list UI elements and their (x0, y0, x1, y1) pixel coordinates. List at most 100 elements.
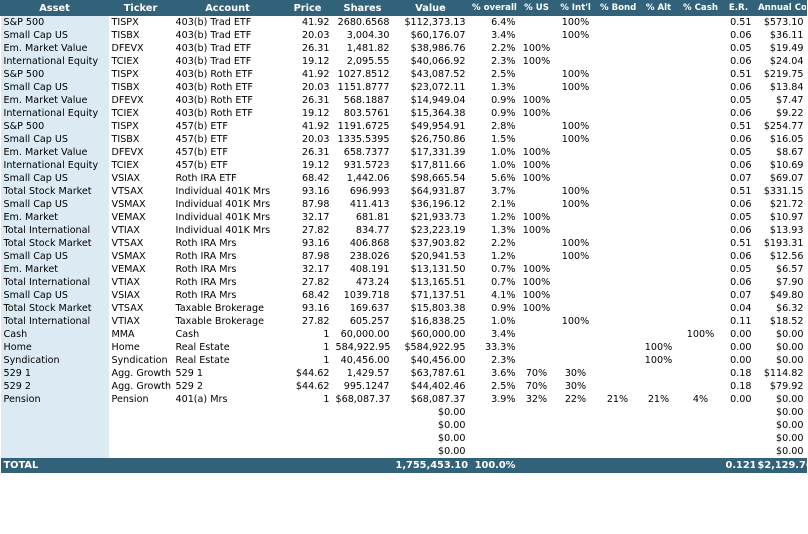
cell-shares[interactable]: 2680.6568 (333, 16, 393, 30)
cell-pct-bond[interactable] (597, 81, 639, 94)
cell-asset[interactable]: Em. Market Value (0, 146, 109, 159)
cell-pct-overall[interactable]: 2.5% (469, 380, 519, 393)
cell-value[interactable]: $44,402.46 (393, 380, 469, 393)
cell-pct-cash[interactable] (679, 16, 723, 30)
cell-shares[interactable]: 1,429.57 (333, 367, 393, 380)
cell-pct-alt[interactable] (639, 198, 679, 211)
cell-shares[interactable] (333, 432, 393, 445)
cell-asset[interactable]: Total Stock Market (0, 185, 109, 198)
cell-value[interactable]: $17,811.66 (393, 159, 469, 172)
cell-pct-overall[interactable] (469, 406, 519, 419)
cell-value[interactable]: $0.00 (393, 445, 469, 458)
cell-expense-ratio[interactable]: 0.51 (723, 16, 755, 30)
cell-pct-overall[interactable]: 4.1% (469, 289, 519, 302)
cell-price[interactable]: 1 (283, 393, 333, 406)
cell-price[interactable] (283, 419, 333, 432)
cell-expense-ratio[interactable]: 0.51 (723, 120, 755, 133)
cell-pct-cash[interactable] (679, 380, 723, 393)
cell-pct-bond[interactable] (597, 237, 639, 250)
cell-shares[interactable]: 40,456.00 (333, 354, 393, 367)
cell-annual-cost[interactable]: $219.75 (755, 68, 807, 81)
cell-pct-intl[interactable] (555, 354, 597, 367)
cell-expense-ratio[interactable]: 0.05 (723, 94, 755, 107)
cell-asset[interactable]: Small Cap US (0, 172, 109, 185)
cell-annual-cost[interactable]: $13.84 (755, 81, 807, 94)
cell-pct-overall[interactable]: 0.9% (469, 94, 519, 107)
cell-pct-bond[interactable] (597, 94, 639, 107)
header-pct-intl[interactable]: % Int'l (554, 0, 597, 16)
cell-asset[interactable] (0, 419, 109, 432)
cell-pct-intl[interactable] (555, 263, 597, 276)
total-cell[interactable] (638, 458, 679, 473)
cell-price[interactable]: 68.42 (283, 289, 333, 302)
cell-pct-overall[interactable]: 5.6% (469, 172, 519, 185)
cell-account[interactable]: Real Estate (173, 354, 283, 367)
cell-account[interactable]: Taxable Brokerage (173, 315, 283, 328)
cell-price[interactable] (283, 445, 333, 458)
cell-pct-bond[interactable] (597, 263, 639, 276)
cell-value[interactable]: $60,000.00 (393, 328, 469, 341)
cell-asset[interactable]: S&P 500 (0, 15, 109, 29)
cell-ticker[interactable]: TISPX (109, 120, 173, 133)
cell-pct-intl[interactable] (555, 328, 597, 341)
cell-annual-cost[interactable]: $6.32 (755, 302, 807, 315)
cell-ticker[interactable]: TCIEX (109, 107, 173, 120)
cell-pct-us[interactable]: 100% (519, 172, 555, 185)
cell-pct-overall[interactable]: 3.9% (469, 393, 519, 406)
cell-pct-bond[interactable] (597, 445, 639, 458)
cell-pct-alt[interactable] (639, 224, 679, 237)
cell-value[interactable]: $13,165.51 (393, 276, 469, 289)
cell-pct-alt[interactable] (639, 276, 679, 289)
cell-asset[interactable]: Cash (0, 328, 109, 341)
cell-pct-bond[interactable] (597, 315, 639, 328)
total-annual-cost[interactable]: $2,129.76 (754, 458, 807, 473)
cell-value[interactable]: $49,954.91 (393, 120, 469, 133)
cell-pct-bond[interactable]: 21% (597, 393, 639, 406)
cell-shares[interactable]: 1191.6725 (333, 120, 393, 133)
cell-annual-cost[interactable]: $21.72 (755, 198, 807, 211)
cell-pct-us[interactable]: 100% (519, 159, 555, 172)
cell-pct-overall[interactable]: 1.3% (469, 224, 519, 237)
cell-annual-cost[interactable]: $0.00 (755, 341, 807, 354)
cell-pct-overall[interactable] (469, 419, 519, 432)
cell-value[interactable]: $64,931.87 (393, 185, 469, 198)
cell-annual-cost[interactable]: $10.69 (755, 159, 807, 172)
cell-value[interactable]: $68,087.37 (393, 393, 469, 406)
cell-value[interactable]: $0.00 (393, 432, 469, 445)
cell-pct-overall[interactable]: 1.0% (469, 146, 519, 159)
header-ticker[interactable]: Ticker (108, 0, 173, 16)
cell-pct-bond[interactable] (597, 133, 639, 146)
cell-ticker[interactable]: VEMAX (109, 263, 173, 276)
cell-value[interactable]: $15,364.38 (393, 107, 469, 120)
cell-pct-cash[interactable] (679, 341, 723, 354)
cell-account[interactable] (173, 432, 283, 445)
cell-ticker[interactable] (109, 445, 173, 458)
cell-pct-cash[interactable] (679, 146, 723, 159)
cell-price[interactable]: 19.12 (283, 159, 333, 172)
cell-shares[interactable]: 1027.8512 (333, 68, 393, 81)
cell-shares[interactable]: 995.1247 (333, 380, 393, 393)
cell-pct-us[interactable] (519, 328, 555, 341)
cell-annual-cost[interactable]: $8.67 (755, 146, 807, 159)
cell-annual-cost[interactable]: $19.49 (755, 42, 807, 55)
cell-pct-bond[interactable] (597, 224, 639, 237)
cell-ticker[interactable]: VTSAX (109, 237, 173, 250)
cell-pct-cash[interactable]: 100% (679, 328, 723, 341)
cell-asset[interactable]: 529 2 (0, 380, 109, 393)
cell-value[interactable]: $60,176.07 (393, 29, 469, 42)
cell-annual-cost[interactable]: $0.00 (755, 393, 807, 406)
cell-pct-bond[interactable] (597, 328, 639, 341)
cell-value[interactable]: $37,903.82 (393, 237, 469, 250)
cell-pct-cash[interactable] (679, 276, 723, 289)
cell-annual-cost[interactable]: $24.04 (755, 55, 807, 68)
cell-price[interactable]: 41.92 (283, 68, 333, 81)
cell-pct-overall[interactable]: 6.4% (469, 16, 519, 30)
cell-pct-intl[interactable] (555, 55, 597, 68)
cell-shares[interactable]: 408.191 (333, 263, 393, 276)
cell-annual-cost[interactable]: $10.97 (755, 211, 807, 224)
cell-asset[interactable] (0, 445, 109, 458)
cell-shares[interactable]: 803.5761 (333, 107, 393, 120)
cell-asset[interactable]: S&P 500 (0, 120, 109, 133)
total-label[interactable]: TOTAL (0, 458, 109, 473)
cell-pct-bond[interactable] (597, 55, 639, 68)
